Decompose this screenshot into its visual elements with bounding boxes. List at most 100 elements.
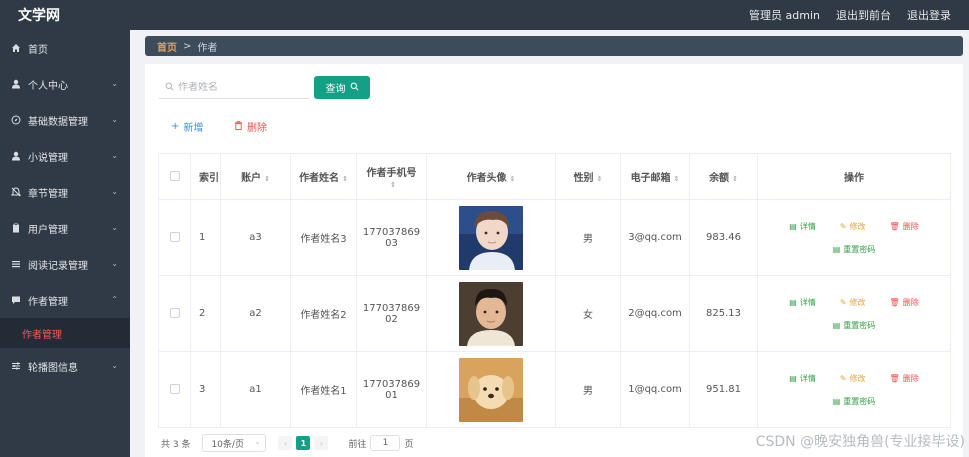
back-to-front-link[interactable]: 退出到前台 <box>836 7 891 23</box>
user-icon <box>10 78 22 90</box>
cell-index: 2 <box>190 275 221 352</box>
sidebar: 首页 个人中心 ⌄ 基础数据管理 ⌄ 小说管理 ⌄ 章节管理 ⌄ 用户管理 ⌄ … <box>0 30 130 457</box>
sidebar-item-label: 基础数据管理 <box>28 116 88 128</box>
row-checkbox[interactable] <box>169 308 180 318</box>
cell-actions: ▤ 详情 ✎ 修改 🗑 删除 ▤ 重置密码 <box>757 275 951 352</box>
breadcrumb-home[interactable]: 首页 <box>157 39 177 54</box>
watermark: CSDN @晚安独角兽(专业接毕设) <box>755 434 965 450</box>
delete-button[interactable]: 🗑 删除 <box>890 297 919 308</box>
logout-link[interactable]: 退出登录 <box>907 7 951 23</box>
row-checkbox[interactable] <box>169 384 180 394</box>
add-button[interactable]: + 新增 <box>171 119 203 134</box>
sidebar-item-users[interactable]: 用户管理 ⌄ <box>0 210 130 246</box>
chevron-down-icon: ⌄ <box>111 361 118 370</box>
total-count: 共 3 条 <box>161 439 191 450</box>
cell-gender: 男 <box>555 351 621 428</box>
search-field[interactable] <box>159 77 309 99</box>
site-logo[interactable]: 文学网 <box>0 5 130 25</box>
sidebar-item-home[interactable]: 首页 <box>0 30 130 66</box>
detail-button[interactable]: ▤ 详情 <box>789 373 816 384</box>
column-header-email[interactable]: 电子邮箱 ⇕ <box>620 153 690 200</box>
chevron-up-icon: ⌃ <box>111 295 118 304</box>
detail-button[interactable]: ▤ 详情 <box>789 221 816 232</box>
author-name-search-input[interactable] <box>178 82 298 93</box>
trash-icon: 🗑 <box>889 373 900 383</box>
compass-icon <box>10 114 22 126</box>
sidebar-item-basic-data[interactable]: 基础数据管理 ⌄ <box>0 102 130 138</box>
column-header-balance[interactable]: 余额 ⇕ <box>689 153 758 200</box>
row-checkbox[interactable] <box>169 232 180 242</box>
row-actions: ▤ 详情 ✎ 修改 🗑 删除 ▤ 重置密码 <box>758 221 950 255</box>
cell-account: a3 <box>220 199 291 276</box>
goto-page-input[interactable] <box>370 435 401 451</box>
sort-icon[interactable]: ⇕ <box>674 175 680 183</box>
document-icon: ▤ <box>789 221 797 231</box>
sidebar-item-label: 首页 <box>28 44 48 56</box>
query-button[interactable]: 查询 <box>314 76 370 99</box>
document-icon: ▤ <box>789 373 797 383</box>
reset-password-button[interactable]: ▤ 重置密码 <box>833 396 876 407</box>
chevron-down-icon: ⌄ <box>111 259 118 268</box>
prev-page-button[interactable]: ‹ <box>278 436 293 450</box>
sidebar-subitem-author-management[interactable]: 作者管理 <box>0 318 130 348</box>
sort-icon[interactable]: ⇕ <box>510 175 516 183</box>
chevron-down-icon: ⌄ <box>111 187 118 196</box>
delete-button[interactable]: 🗑 删除 <box>890 373 919 384</box>
admin-label: 管理员 admin <box>749 9 820 22</box>
chevron-down-icon: ⌄ <box>111 223 118 232</box>
author-avatar-image[interactable] <box>459 281 523 346</box>
sort-icon[interactable]: ⇕ <box>732 175 738 183</box>
edit-button[interactable]: ✎ 修改 <box>840 221 866 232</box>
next-page-button[interactable]: › <box>314 436 329 450</box>
cell-balance: 825.13 <box>689 275 758 352</box>
sort-icon[interactable]: ⇕ <box>597 175 603 183</box>
row-select-cell <box>158 351 191 428</box>
edit-button[interactable]: ✎ 修改 <box>840 297 866 308</box>
comment-icon <box>10 294 22 306</box>
select-all-checkbox[interactable] <box>169 171 180 181</box>
sort-icon[interactable]: ⇕ <box>264 175 270 183</box>
reset-password-button[interactable]: ▤ 重置密码 <box>833 244 876 255</box>
delete-button[interactable]: 🗑 删除 <box>890 221 919 232</box>
cell-gender: 男 <box>555 199 621 276</box>
author-avatar-image[interactable] <box>459 205 523 270</box>
sort-icon[interactable]: ⇕ <box>342 175 348 183</box>
list-icon <box>10 258 22 270</box>
reset-password-button[interactable]: ▤ 重置密码 <box>833 320 876 331</box>
author-avatar-image[interactable] <box>459 357 523 422</box>
column-header-author-name[interactable]: 作者姓名 ⇕ <box>290 153 357 200</box>
sidebar-item-label: 阅读记录管理 <box>28 260 88 272</box>
column-header-index: 索引 <box>190 153 221 200</box>
sidebar-item-chapters[interactable]: 章节管理 ⌄ <box>0 174 130 210</box>
sidebar-item-label: 轮播图信息 <box>28 362 78 374</box>
breadcrumb-current: 作者 <box>197 42 218 54</box>
sidebar-item-authors[interactable]: 作者管理 ⌃ <box>0 282 130 318</box>
sort-icon[interactable]: ⇕ <box>390 181 396 189</box>
row-actions: ▤ 详情 ✎ 修改 🗑 删除 ▤ 重置密码 <box>758 297 950 331</box>
edit-button[interactable]: ✎ 修改 <box>840 373 866 384</box>
column-header-phone[interactable]: 作者手机号 ⇕ <box>356 153 427 200</box>
select-all-cell <box>158 153 191 200</box>
detail-button[interactable]: ▤ 详情 <box>789 297 816 308</box>
sidebar-item-carousel[interactable]: 轮播图信息 ⌄ <box>0 348 130 384</box>
row-select-cell <box>158 275 191 352</box>
sidebar-item-personal-center[interactable]: 个人中心 ⌄ <box>0 66 130 102</box>
home-icon <box>10 42 22 54</box>
batch-delete-button[interactable]: 删除 <box>234 119 267 134</box>
chevron-down-icon: ⌄ <box>111 151 118 160</box>
column-header-avatar[interactable]: 作者头像 ⇕ <box>426 153 556 200</box>
chevron-down-icon: ⌄ <box>111 115 118 124</box>
cell-email: 2@qq.com <box>620 275 690 352</box>
cell-phone: 17703786902 <box>356 275 427 352</box>
content-card: 查询 + 新增 删除 索引 账户⇕ 作者姓名⇕ 作者手机号⇕ 作者头像⇕ 性别⇕… <box>145 64 963 457</box>
query-button-label: 查询 <box>325 84 346 95</box>
sidebar-item-novels[interactable]: 小说管理 ⌄ <box>0 138 130 174</box>
document-icon: ▤ <box>832 396 841 406</box>
column-header-account[interactable]: 账户 ⇕ <box>220 153 291 200</box>
cell-balance: 951.81 <box>689 351 758 428</box>
column-header-gender[interactable]: 性别 ⇕ <box>555 153 621 200</box>
search-icon <box>350 82 359 94</box>
page-size-select[interactable]: 10条/页 ⌄ <box>202 434 267 452</box>
sidebar-item-reading-records[interactable]: 阅读记录管理 ⌄ <box>0 246 130 282</box>
page-number-current[interactable]: 1 <box>296 436 311 450</box>
